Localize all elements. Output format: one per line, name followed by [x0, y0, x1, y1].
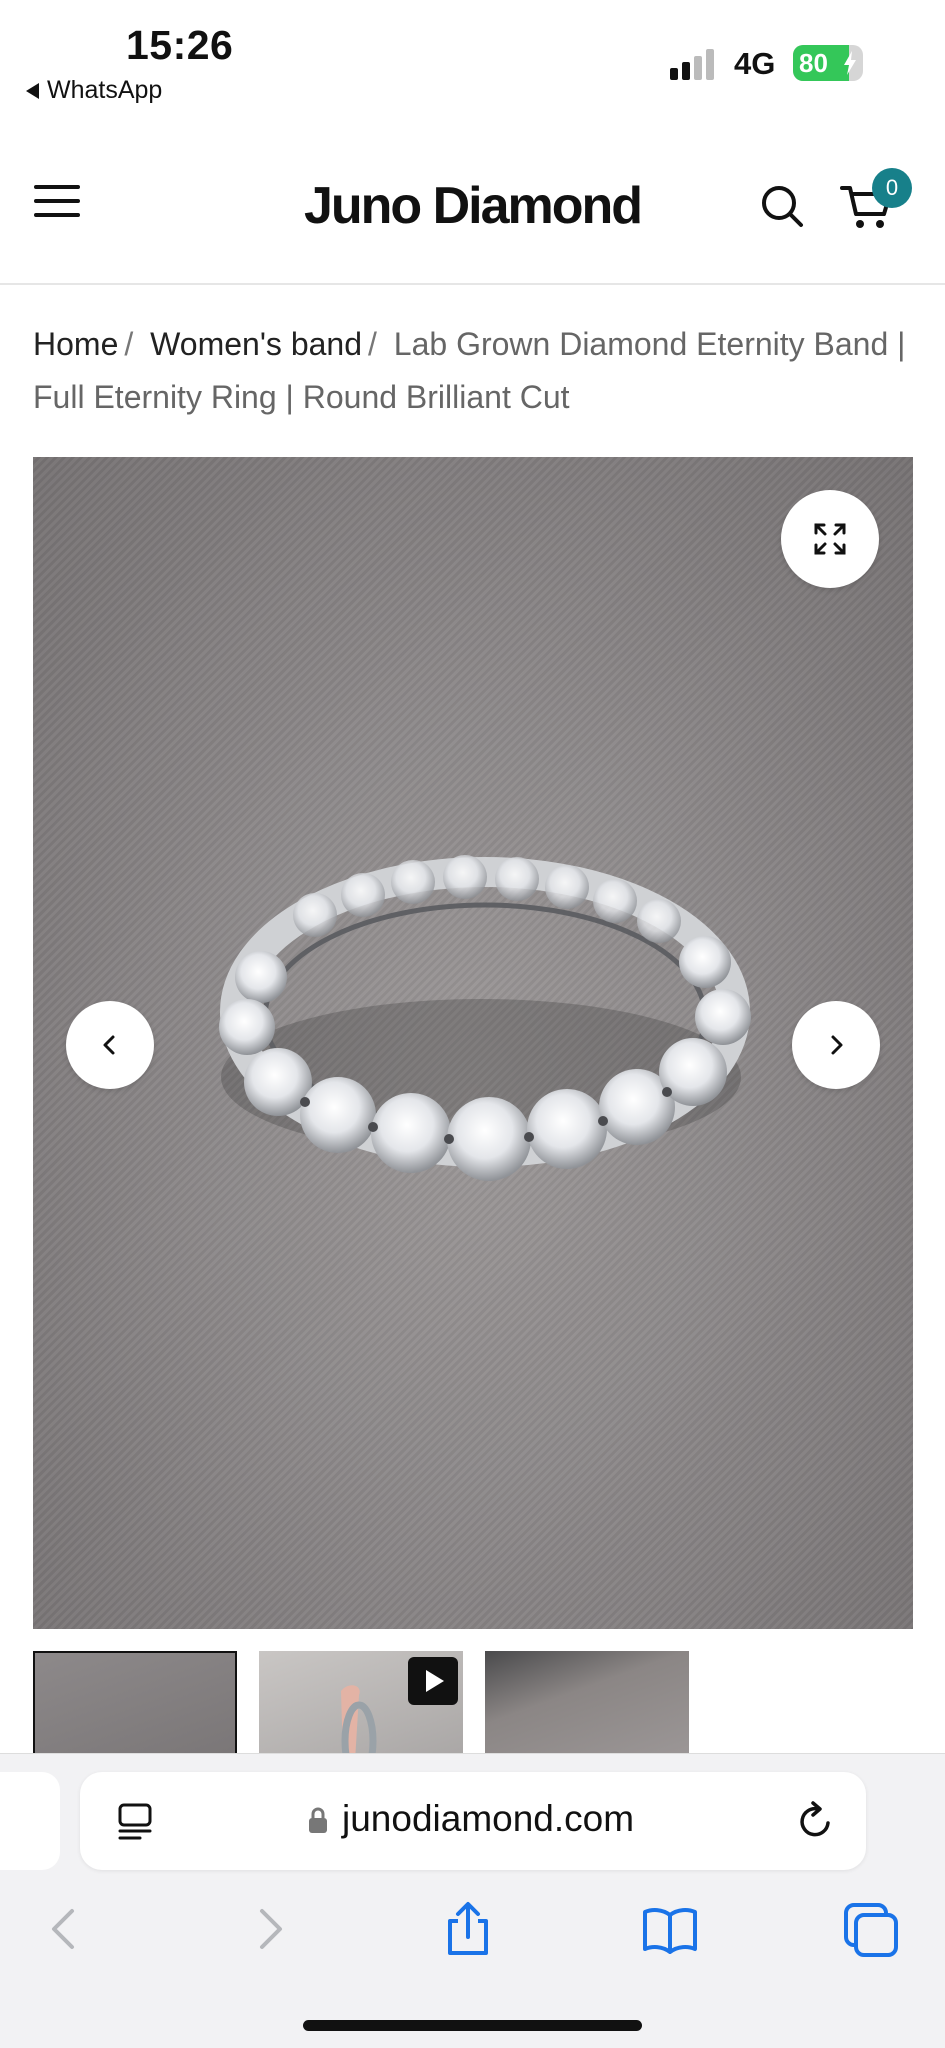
breadcrumb-separator: / [368, 326, 377, 362]
cellular-signal-icon [670, 48, 714, 80]
battery-icon: 80 [793, 45, 863, 81]
breadcrumb-home[interactable]: Home [33, 326, 118, 362]
charging-bolt-icon [844, 51, 856, 75]
breadcrumb: Home / Women's band / Lab Grown Diamond Et… [33, 318, 913, 424]
thumbnail-2-video[interactable] [259, 1651, 463, 1754]
thumbnail-strip [33, 1651, 689, 1754]
lock-icon [309, 1807, 327, 1833]
browser-toolbar: junodiamond.com [0, 1753, 945, 2048]
battery-level: 80 [799, 47, 828, 78]
status-bar: 15:26 WhatsApp 4G 80 [0, 0, 945, 120]
cart-count-badge: 0 [872, 168, 912, 208]
share-icon[interactable] [438, 1899, 498, 1959]
back-triangle-icon [26, 82, 39, 99]
reload-icon[interactable] [794, 1800, 836, 1842]
product-image-gallery[interactable] [33, 457, 913, 1629]
thumbnail-1[interactable] [33, 1651, 237, 1754]
site-header: Juno Diamond 0 [0, 140, 945, 285]
fullscreen-button[interactable] [781, 490, 879, 588]
page: 15:26 WhatsApp 4G 80 Juno Diamond 0 Home… [0, 0, 945, 2048]
previous-image-button[interactable] [66, 1001, 154, 1089]
status-time: 15:26 [126, 22, 234, 68]
breadcrumb-womens-band[interactable]: Women's band [150, 326, 362, 362]
back-to-app-link[interactable]: WhatsApp [26, 76, 162, 105]
next-image-button[interactable] [792, 1001, 880, 1089]
back-arrow-icon[interactable] [34, 1899, 94, 1959]
back-app-label: WhatsApp [47, 76, 163, 104]
chevron-right-icon [831, 1035, 843, 1055]
chevron-left-icon [103, 1035, 115, 1055]
previous-tab-preview[interactable] [0, 1772, 60, 1870]
expand-icon [814, 523, 846, 555]
home-indicator [303, 2020, 642, 2031]
url-text: junodiamond.com [342, 1798, 635, 1839]
breadcrumb-separator: / [124, 326, 134, 362]
bookmarks-icon[interactable] [640, 1899, 700, 1959]
thumbnail-3[interactable] [485, 1651, 689, 1754]
address-bar[interactable]: junodiamond.com [80, 1772, 866, 1870]
search-icon[interactable] [760, 184, 804, 228]
forward-arrow-icon[interactable] [240, 1899, 300, 1959]
network-type: 4G [734, 46, 776, 81]
play-icon [408, 1657, 458, 1705]
tabs-icon[interactable] [840, 1899, 900, 1959]
product-image [219, 855, 751, 1181]
page-menu-icon[interactable] [116, 1802, 154, 1842]
